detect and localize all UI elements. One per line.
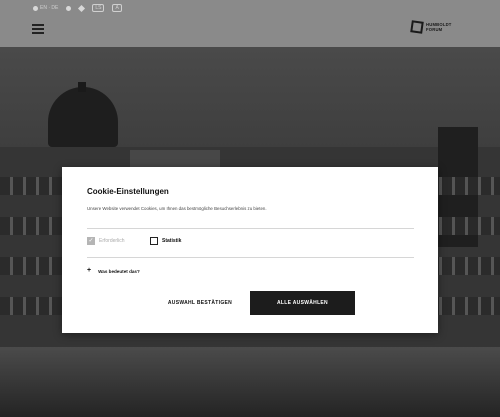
required-checkbox: ✓ xyxy=(87,237,95,245)
accessibility-icon xyxy=(78,4,86,12)
more-info-toggle[interactable]: + Was bedeutet das? xyxy=(87,267,140,274)
easy-language-label: LS xyxy=(95,5,102,11)
statistics-label[interactable]: Statistik xyxy=(162,238,181,244)
cookie-dialog: Cookie-Einstellungen Unsere Website verw… xyxy=(62,167,438,333)
accessibility-link[interactable] xyxy=(78,4,86,12)
sign-language-link[interactable] xyxy=(66,5,72,11)
logo[interactable]: HUMBOLDT FORUM xyxy=(410,20,452,34)
dialog-description: Unsere Website verwendet Cookies, um Ihn… xyxy=(87,206,267,211)
logo-mark-icon xyxy=(410,20,424,34)
sign-language-icon xyxy=(66,5,72,11)
easy-language-link[interactable]: LS xyxy=(92,4,105,12)
select-all-button[interactable]: ALLE AUSWÄHLEN xyxy=(250,291,355,315)
header: EN · DE LS A HUMBOLDT FORUM xyxy=(0,0,500,47)
language-label: EN · DE xyxy=(40,5,59,11)
option-required: ✓ Erforderlich xyxy=(87,237,125,245)
statistics-checkbox[interactable] xyxy=(150,237,158,245)
dialog-title: Cookie-Einstellungen xyxy=(87,187,169,196)
logo-line-2: FORUM xyxy=(426,27,443,32)
option-statistics[interactable]: Statistik xyxy=(150,237,181,245)
divider xyxy=(87,257,414,258)
confirm-selection-button[interactable]: AUSWAHL BESTÄTIGEN xyxy=(150,291,250,315)
globe-icon xyxy=(33,5,38,11)
more-info-label[interactable]: Was bedeutet das? xyxy=(98,269,140,274)
required-label: Erforderlich xyxy=(99,238,125,244)
audio-label: A xyxy=(115,5,119,11)
divider xyxy=(87,228,414,229)
audio-link[interactable]: A xyxy=(112,4,122,12)
language-switch[interactable]: EN · DE xyxy=(33,5,58,11)
utility-nav: EN · DE LS A xyxy=(33,4,122,12)
plus-icon: + xyxy=(87,267,92,274)
menu-icon[interactable] xyxy=(32,24,44,34)
